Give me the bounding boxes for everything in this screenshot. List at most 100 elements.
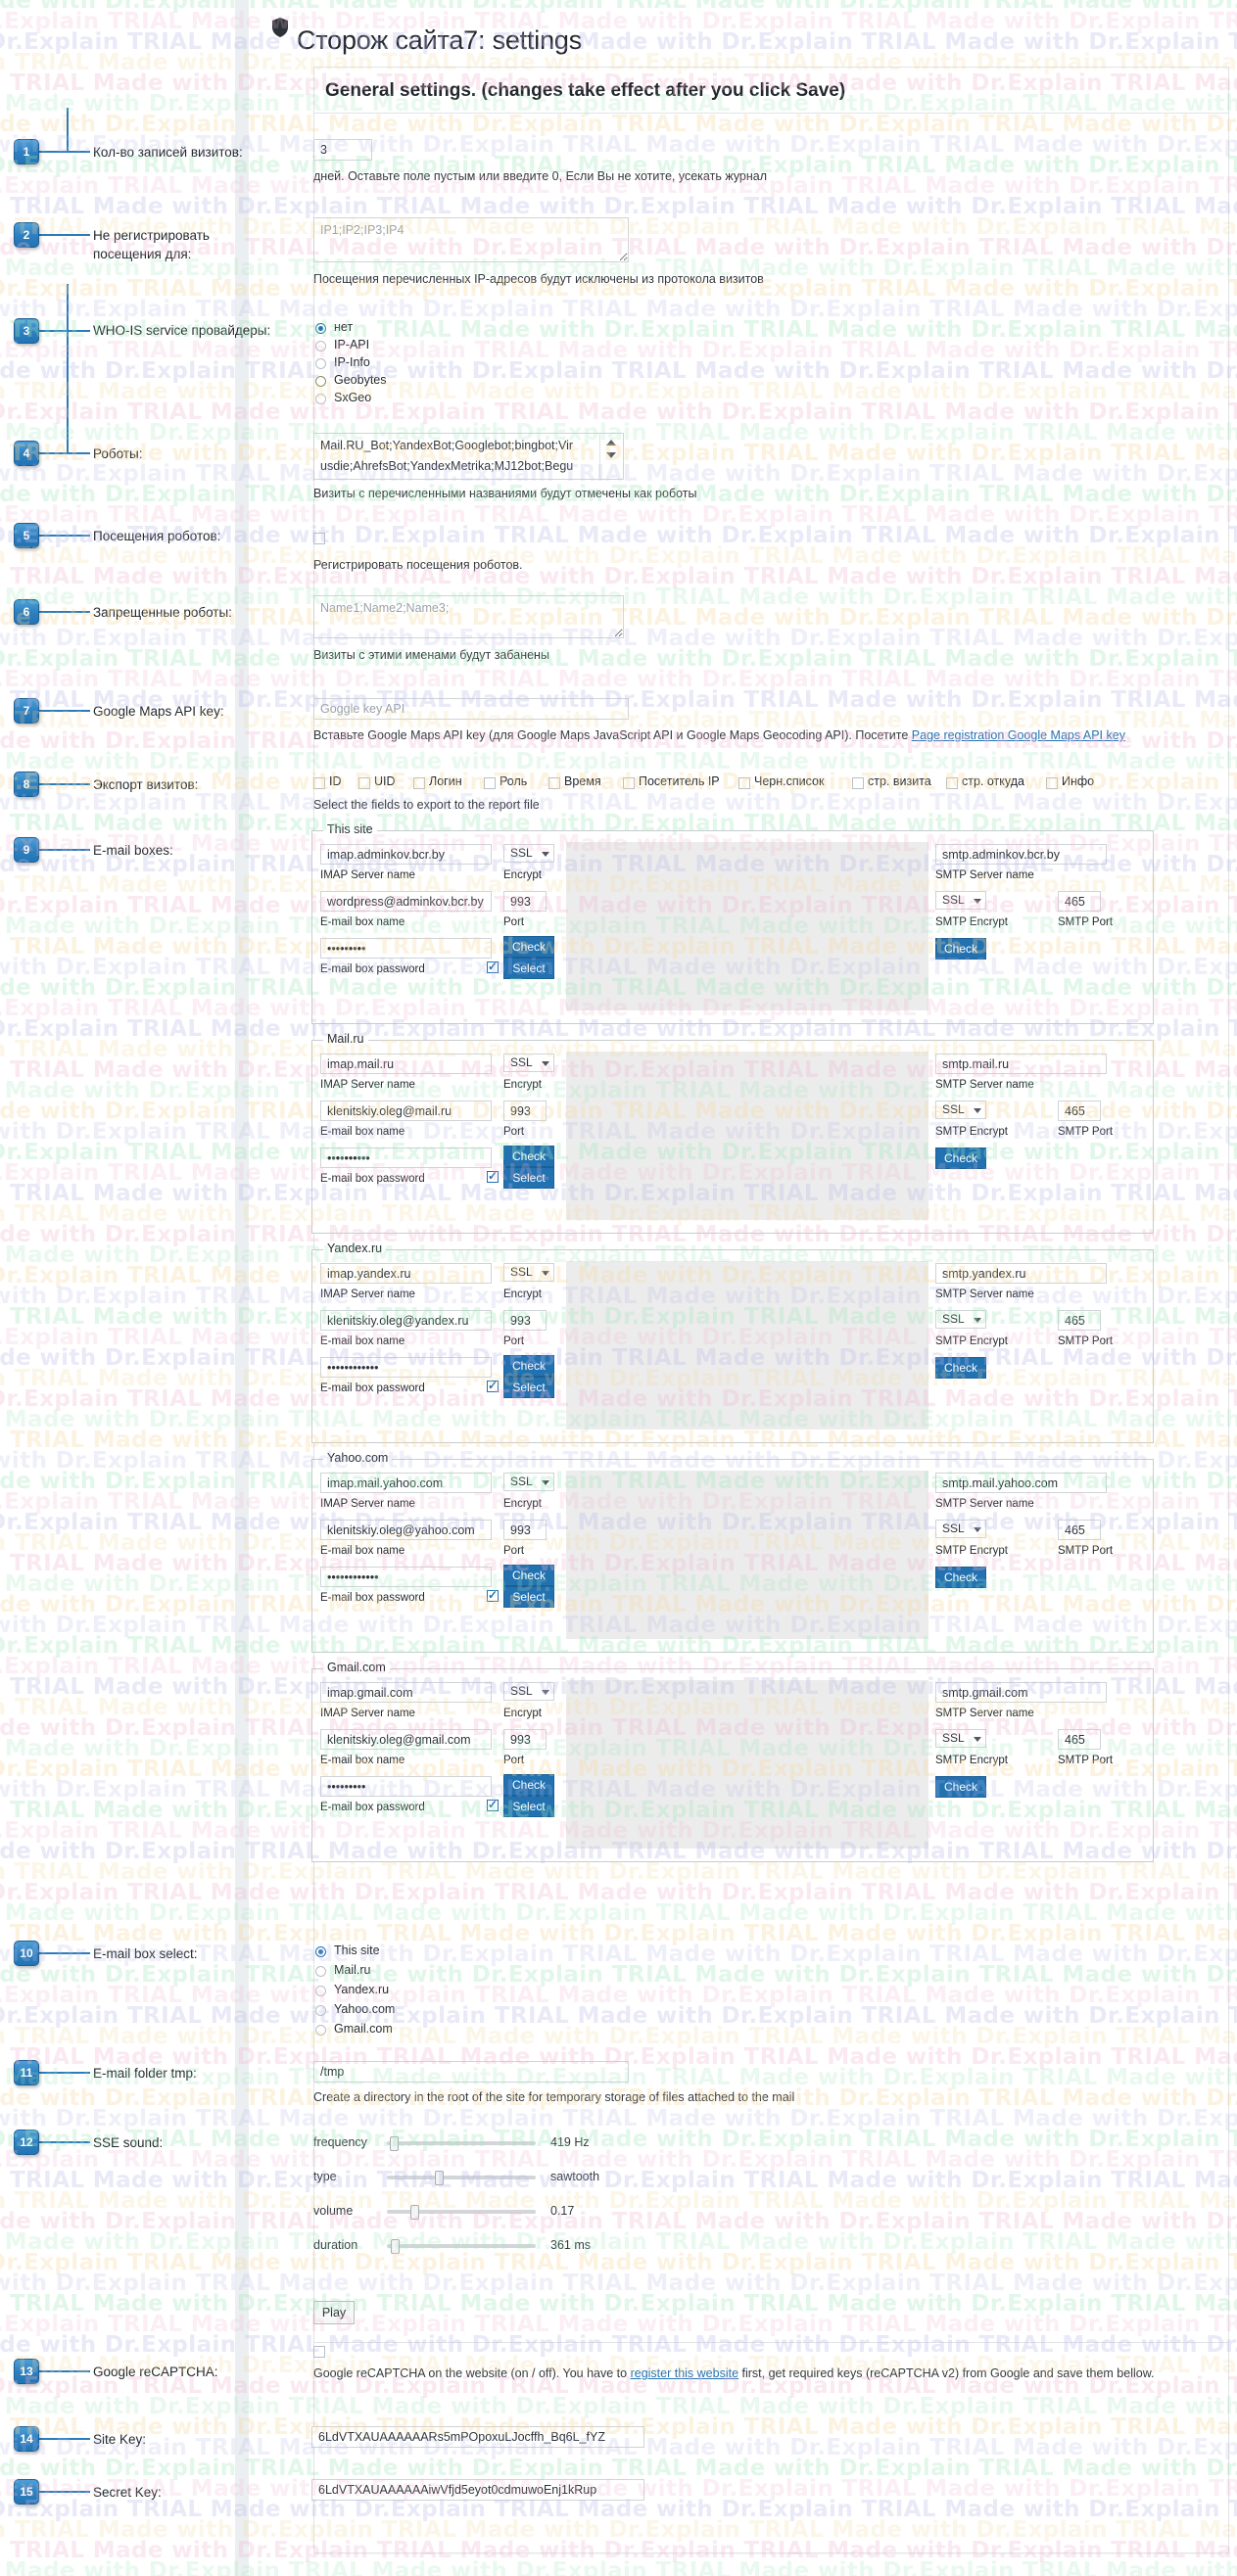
- callout-14[interactable]: 14: [14, 2426, 39, 2452]
- input-box-name-this-site[interactable]: [320, 891, 492, 912]
- select-imap-encrypt-this-site[interactable]: SSL: [503, 844, 554, 863]
- check-smtp-button-yahoo-com[interactable]: Check: [935, 1567, 986, 1588]
- select-button-this-site[interactable]: Select: [503, 958, 554, 979]
- input-smtp-port-this-site[interactable]: [1058, 891, 1101, 912]
- radio-boxselect-yahoo-com[interactable]: [315, 2005, 326, 2016]
- select-imap-encrypt-gmail-com[interactable]: SSL: [503, 1682, 554, 1701]
- callout-10[interactable]: 10: [14, 1941, 39, 1966]
- textarea-banned-robots[interactable]: [313, 595, 624, 638]
- radio-whois-geobytes[interactable]: [315, 376, 326, 387]
- input-smtp-server-yandex-ru[interactable]: [935, 1263, 1107, 1284]
- radio-whois-ipapi[interactable]: [315, 341, 326, 351]
- radio-boxselect-this-site[interactable]: [315, 1946, 326, 1957]
- checkbox-export--[interactable]: [852, 777, 864, 789]
- input-box-name-mail-ru[interactable]: [320, 1101, 492, 1121]
- input-smtp-server-this-site[interactable]: [935, 844, 1107, 865]
- input-box-password-yahoo-com[interactable]: [320, 1567, 492, 1587]
- radio-boxselect-mail-ru[interactable]: [315, 1966, 326, 1977]
- input-imap-server-yahoo-com[interactable]: [320, 1473, 492, 1493]
- checkbox-select-yahoo-com[interactable]: [487, 1588, 499, 1602]
- callout-13[interactable]: 13: [14, 2359, 39, 2384]
- input-imap-port-this-site[interactable]: [503, 891, 547, 912]
- radio-whois-none[interactable]: [315, 323, 326, 334]
- link-register-website[interactable]: register this website: [631, 2366, 738, 2380]
- input-smtp-server-gmail-com[interactable]: [935, 1682, 1107, 1703]
- input-site-key[interactable]: [311, 2426, 644, 2448]
- checkbox-export-uid[interactable]: [358, 777, 370, 789]
- checkbox-export--[interactable]: [1046, 777, 1058, 789]
- input-box-password-mail-ru[interactable]: [320, 1147, 492, 1168]
- select-button-mail-ru[interactable]: Select: [503, 1167, 554, 1189]
- checkbox-export--[interactable]: [548, 777, 560, 789]
- input-box-name-yahoo-com[interactable]: [320, 1520, 492, 1540]
- checkbox-export--ip[interactable]: [623, 777, 635, 789]
- checkbox-google-recaptcha[interactable]: [313, 2346, 325, 2358]
- input-imap-server-yandex-ru[interactable]: [320, 1263, 492, 1284]
- sse-slider-knob-type[interactable]: [434, 2171, 444, 2185]
- scroll-up-icon[interactable]: [606, 440, 616, 445]
- play-button[interactable]: Play: [313, 2301, 355, 2324]
- sse-slider-knob-frequency[interactable]: [389, 2136, 399, 2151]
- check-imap-button-yahoo-com[interactable]: Check: [503, 1565, 554, 1586]
- scroll-down-icon[interactable]: [606, 452, 616, 458]
- checkbox-export--[interactable]: [946, 777, 958, 789]
- checkbox-select-this-site[interactable]: [487, 960, 499, 973]
- callout-1[interactable]: 1: [14, 139, 39, 164]
- check-imap-button-this-site[interactable]: Check: [503, 936, 554, 958]
- input-imap-port-yandex-ru[interactable]: [503, 1310, 547, 1331]
- sse-slider-track-volume[interactable]: [387, 2210, 536, 2214]
- checkbox-export--[interactable]: [484, 777, 496, 789]
- input-box-password-this-site[interactable]: [320, 938, 492, 959]
- select-imap-encrypt-mail-ru[interactable]: SSL: [503, 1054, 554, 1072]
- input-imap-server-this-site[interactable]: [320, 844, 492, 865]
- input-smtp-port-yandex-ru[interactable]: [1058, 1310, 1101, 1331]
- checkbox-export-id[interactable]: [313, 777, 325, 789]
- check-imap-button-mail-ru[interactable]: Check: [503, 1146, 554, 1167]
- callout-4[interactable]: 4: [14, 441, 39, 466]
- select-button-yahoo-com[interactable]: Select: [503, 1586, 554, 1608]
- input-smtp-port-mail-ru[interactable]: [1058, 1101, 1101, 1121]
- input-box-name-gmail-com[interactable]: [320, 1729, 492, 1750]
- sse-slider-knob-duration[interactable]: [391, 2239, 401, 2254]
- select-smtp-encrypt-gmail-com[interactable]: SSL: [935, 1729, 986, 1748]
- input-box-password-yandex-ru[interactable]: [320, 1357, 492, 1378]
- input-visit-records[interactable]: [313, 139, 372, 161]
- select-button-gmail-com[interactable]: Select: [503, 1796, 554, 1817]
- sse-slider-knob-volume[interactable]: [410, 2205, 420, 2220]
- callout-15[interactable]: 15: [14, 2479, 39, 2505]
- select-smtp-encrypt-mail-ru[interactable]: SSL: [935, 1101, 986, 1119]
- input-gmaps-api-key[interactable]: [313, 698, 629, 720]
- callout-7[interactable]: 7: [14, 698, 39, 724]
- checkbox-select-gmail-com[interactable]: [487, 1798, 499, 1811]
- callout-6[interactable]: 6: [14, 599, 39, 625]
- select-imap-encrypt-yahoo-com[interactable]: SSL: [503, 1473, 554, 1491]
- input-smtp-port-yahoo-com[interactable]: [1058, 1520, 1101, 1540]
- select-imap-encrypt-yandex-ru[interactable]: SSL: [503, 1263, 554, 1282]
- input-secret-key[interactable]: [311, 2479, 644, 2501]
- input-smtp-server-mail-ru[interactable]: [935, 1054, 1107, 1074]
- check-smtp-button-this-site[interactable]: Check: [935, 938, 986, 960]
- textarea-skip-ip[interactable]: [313, 217, 629, 262]
- callout-3[interactable]: 3: [14, 318, 39, 344]
- sse-slider-track-type[interactable]: [387, 2176, 536, 2179]
- sse-slider-track-frequency[interactable]: [387, 2141, 536, 2145]
- checkbox-select-yandex-ru[interactable]: [487, 1379, 499, 1392]
- check-smtp-button-yandex-ru[interactable]: Check: [935, 1357, 986, 1379]
- callout-8[interactable]: 8: [14, 772, 39, 797]
- input-smtp-server-yahoo-com[interactable]: [935, 1473, 1107, 1493]
- input-smtp-port-gmail-com[interactable]: [1058, 1729, 1101, 1750]
- checkbox-register-robot-visits[interactable]: [313, 533, 325, 544]
- input-box-password-gmail-com[interactable]: [320, 1776, 492, 1797]
- select-smtp-encrypt-yahoo-com[interactable]: SSL: [935, 1520, 986, 1538]
- check-smtp-button-mail-ru[interactable]: Check: [935, 1147, 986, 1169]
- input-imap-server-mail-ru[interactable]: [320, 1054, 492, 1074]
- callout-2[interactable]: 2: [14, 222, 39, 248]
- link-gmaps-registration[interactable]: Page registration Google Maps API key: [912, 728, 1125, 742]
- input-imap-port-mail-ru[interactable]: [503, 1101, 547, 1121]
- callout-11[interactable]: 11: [14, 2060, 39, 2085]
- select-button-yandex-ru[interactable]: Select: [503, 1377, 554, 1398]
- callout-9[interactable]: 9: [14, 837, 39, 863]
- radio-boxselect-yandex-ru[interactable]: [315, 1986, 326, 1996]
- sse-slider-track-duration[interactable]: [387, 2244, 536, 2248]
- checkbox-export--[interactable]: [413, 777, 425, 789]
